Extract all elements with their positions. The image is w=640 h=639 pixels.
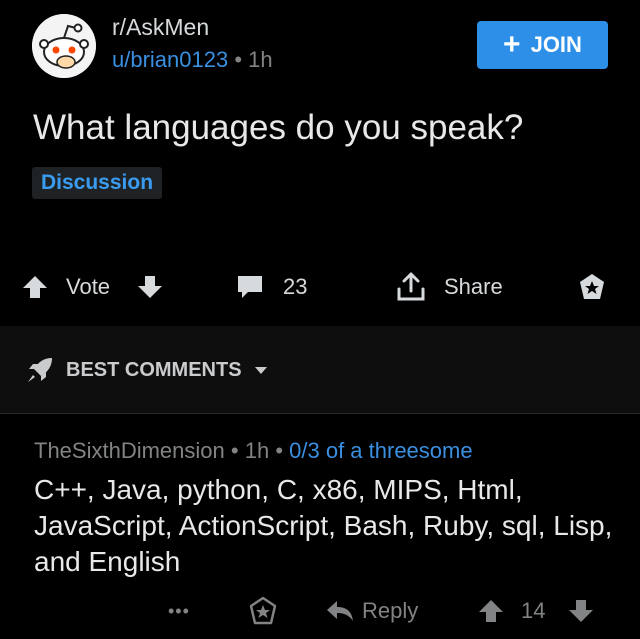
join-label: JOIN [530, 32, 582, 57]
downvote-button[interactable] [137, 264, 163, 310]
award-icon [580, 274, 604, 299]
upvote-icon [479, 600, 503, 622]
post-age: 1h [248, 47, 273, 72]
share-button[interactable]: Share [395, 264, 503, 310]
comment-icon [238, 276, 262, 298]
comment-meta: TheSixthDimension • 1h • 0/3 of a threes… [34, 438, 473, 464]
comment-action-bar: ••• Reply 14 [0, 588, 640, 634]
meta-separator: • [275, 438, 284, 463]
post-author[interactable]: u/brian0123 [112, 47, 228, 72]
vote-label: Vote [66, 274, 111, 299]
rocket-icon [28, 358, 52, 382]
comment-author[interactable]: TheSixthDimension [34, 438, 225, 463]
reply-button[interactable]: Reply [326, 588, 418, 634]
reply-icon [327, 601, 353, 621]
award-icon [249, 596, 277, 625]
downvote-icon [569, 600, 593, 622]
sort-dropdown[interactable]: BEST COMMENTS [26, 356, 268, 384]
join-button[interactable]: + JOIN [477, 21, 608, 69]
comments-button[interactable]: 23 [236, 264, 307, 310]
comment-score: 14 [521, 598, 546, 623]
subreddit-avatar[interactable] [32, 14, 96, 78]
sort-label: BEST COMMENTS [66, 358, 242, 381]
subreddit-name[interactable]: r/AskMen [112, 14, 209, 41]
more-options-button[interactable]: ••• [168, 588, 190, 634]
comment-upvote-button[interactable] [478, 588, 504, 634]
post-meta: u/brian0123 • 1h [112, 47, 273, 73]
chevron-down-icon [254, 367, 267, 374]
snoo-icon [32, 14, 96, 78]
comment-count: 23 [283, 274, 308, 299]
post-flair[interactable]: Discussion [32, 167, 163, 199]
comment-body: C++, Java, python, C, x86, MIPS, Html, J… [34, 474, 613, 577]
award-button[interactable] [577, 264, 607, 310]
comment-age: 1h [244, 438, 270, 463]
meta-separator: • [234, 47, 243, 72]
user-flair: 0/3 of a threesome [289, 438, 473, 463]
upvote-button[interactable] [22, 264, 48, 310]
comment-downvote-button[interactable] [568, 588, 594, 634]
post-action-bar: Vote 23 Share [0, 264, 640, 310]
downvote-icon [138, 276, 162, 298]
comment-award-button[interactable] [248, 588, 278, 634]
plus-icon: + [503, 28, 521, 61]
share-icon [397, 272, 425, 301]
reply-label: Reply [362, 598, 419, 623]
upvote-icon [23, 276, 47, 298]
post-title[interactable]: What languages do you speak? [33, 108, 523, 148]
share-label: Share [444, 274, 503, 299]
meta-separator: • [230, 438, 239, 463]
comment-sort-bar: BEST COMMENTS [0, 326, 640, 414]
